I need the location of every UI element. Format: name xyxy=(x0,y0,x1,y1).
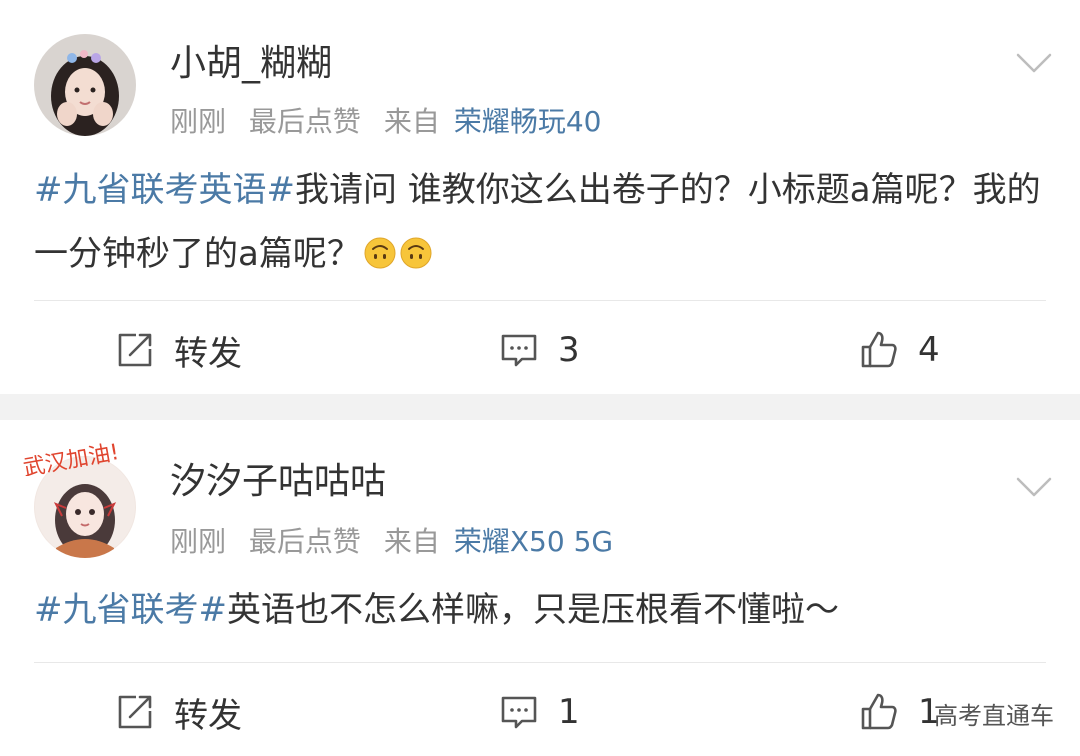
like-icon xyxy=(861,331,897,368)
post-content: #九省联考#英语也不怎么样嘛，只是压根看不懂啦～ xyxy=(34,578,1046,642)
post-time: 刚刚 xyxy=(170,105,227,138)
divider xyxy=(34,662,1046,663)
like-icon xyxy=(861,693,897,730)
username[interactable]: 小胡_糊糊 xyxy=(170,42,332,86)
chevron-down-icon[interactable] xyxy=(1016,52,1052,74)
like-count: 4 xyxy=(918,330,940,370)
comment-icon xyxy=(501,696,537,729)
comment-count: 1 xyxy=(558,692,580,732)
upside-down-face-icon xyxy=(400,237,432,269)
like-button[interactable]: 1 xyxy=(858,682,940,742)
avatar-image xyxy=(34,456,136,558)
action-bar: 转发 3 4 xyxy=(0,320,1080,380)
source-prefix: 来自 xyxy=(383,105,440,138)
repost-label: 转发 xyxy=(174,333,242,374)
like-status: 最后点赞 xyxy=(248,105,361,138)
repost-button[interactable]: 转发 xyxy=(114,320,242,380)
upside-down-face-icon xyxy=(364,237,396,269)
chevron-down-icon[interactable] xyxy=(1016,476,1052,498)
comment-button[interactable]: 1 xyxy=(498,682,580,742)
divider xyxy=(34,300,1046,301)
repost-icon xyxy=(118,333,152,367)
comment-icon xyxy=(501,334,537,367)
source-prefix: 来自 xyxy=(383,525,440,558)
like-status: 最后点赞 xyxy=(248,525,361,558)
action-bar: 转发 1 1 高考直通车 xyxy=(0,682,1080,742)
comment-card: 小胡_糊糊 刚刚 最后点赞 来自 荣耀畅玩40 #九省联考英语#我请问 谁教你这么… xyxy=(0,0,1080,394)
hashtag-link[interactable]: #九省联考# xyxy=(34,590,227,630)
post-meta: 刚刚 最后点赞 来自 荣耀X50 5G xyxy=(170,524,627,560)
post-time: 刚刚 xyxy=(170,525,227,558)
repost-label: 转发 xyxy=(174,695,242,736)
comment-card: 武汉加油! 汐汐子咕咕咕 刚刚 最后点赞 来自 荣耀X50 5G #九省联考#英语… xyxy=(0,420,1080,756)
hashtag-link[interactable]: #九省联考英语# xyxy=(34,170,295,210)
comment-button[interactable]: 3 xyxy=(498,320,580,380)
avatar[interactable] xyxy=(34,456,136,558)
like-button[interactable]: 4 xyxy=(858,320,940,380)
repost-button[interactable]: 转发 xyxy=(114,682,242,742)
post-meta: 刚刚 最后点赞 来自 荣耀畅玩40 xyxy=(170,104,616,140)
avatar-image xyxy=(34,34,136,136)
post-separator xyxy=(0,394,1080,420)
device-name[interactable]: 荣耀畅玩40 xyxy=(454,105,602,138)
post-content: #九省联考英语#我请问 谁教你这么出卷子的？小标题a篇呢？我的一分钟秒了的a篇呢… xyxy=(34,158,1046,286)
username[interactable]: 汐汐子咕咕咕 xyxy=(170,460,386,504)
post-text: 英语也不怎么样嘛，只是压根看不懂啦～ xyxy=(226,590,839,630)
watermark: 高考直通车 xyxy=(934,702,1054,730)
comment-count: 3 xyxy=(558,330,580,370)
repost-icon xyxy=(118,695,152,729)
avatar[interactable] xyxy=(34,34,136,136)
comment-feed: 小胡_糊糊 刚刚 最后点赞 来自 荣耀畅玩40 #九省联考英语#我请问 谁教你这么… xyxy=(0,0,1080,756)
device-name[interactable]: 荣耀X50 5G xyxy=(454,525,613,558)
